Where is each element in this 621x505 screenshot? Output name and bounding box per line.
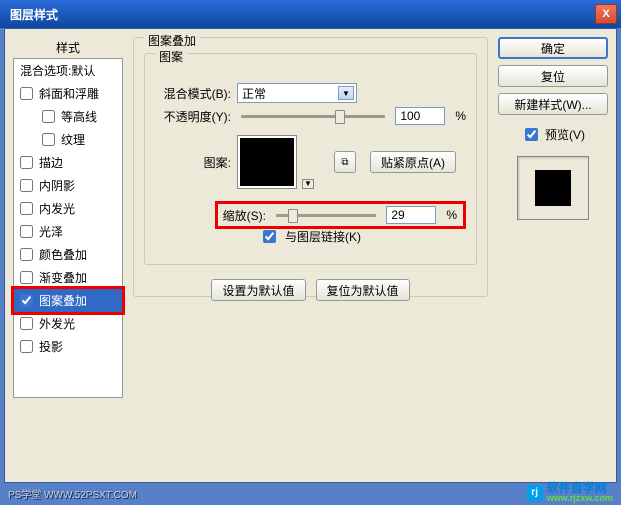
scale-row-highlighted: 缩放(S): 29 % — [215, 201, 466, 229]
style-item[interactable]: 纹理 — [14, 128, 122, 151]
style-item[interactable]: 斜面和浮雕 — [14, 82, 122, 105]
style-checkbox[interactable] — [20, 202, 33, 215]
style-checkbox[interactable] — [20, 340, 33, 353]
preview-box — [517, 156, 589, 220]
styles-header: 样式 — [13, 37, 123, 58]
style-checkbox[interactable] — [42, 110, 55, 123]
pattern-row: 图案: ▼ ⧉ 贴紧原点(A) — [155, 135, 466, 189]
opacity-row: 不透明度(Y): 100 % — [155, 107, 466, 125]
chevron-down-icon: ▼ — [338, 86, 354, 100]
reset-default-button[interactable]: 复位为默认值 — [316, 279, 410, 301]
style-item-label: 光泽 — [39, 223, 63, 240]
style-checkbox[interactable] — [20, 225, 33, 238]
blending-options[interactable]: 混合选项:默认 — [14, 59, 122, 82]
style-item-label: 斜面和浮雕 — [39, 85, 99, 102]
style-item-label: 内阴影 — [39, 177, 75, 194]
scale-input[interactable]: 29 — [386, 206, 436, 224]
style-item[interactable]: 内阴影 — [14, 174, 122, 197]
blend-mode-row: 混合模式(B): 正常 ▼ — [155, 83, 466, 103]
window-title: 图层样式 — [10, 6, 58, 23]
link-with-layer-checkbox[interactable] — [263, 230, 276, 243]
scale-thumb[interactable] — [288, 209, 298, 223]
style-item[interactable]: 外发光 — [14, 312, 122, 335]
style-item-label: 投影 — [39, 338, 63, 355]
style-item[interactable]: 图案叠加 — [14, 289, 122, 312]
pattern-label: 图案: — [155, 154, 231, 171]
style-item[interactable]: 光泽 — [14, 220, 122, 243]
outer-fieldset: 图案叠加 图案 混合模式(B): 正常 ▼ 不透明度(Y): 100 — [133, 37, 488, 297]
make-default-button[interactable]: 设置为默认值 — [211, 279, 305, 301]
blend-mode-label: 混合模式(B): — [155, 85, 231, 102]
style-item-label: 外发光 — [39, 315, 75, 332]
style-checkbox[interactable] — [20, 179, 33, 192]
preview-checkbox[interactable] — [525, 128, 538, 141]
scale-label: 缩放(S): — [220, 207, 266, 224]
style-item[interactable]: 投影 — [14, 335, 122, 358]
inner-fieldset: 图案 混合模式(B): 正常 ▼ 不透明度(Y): 100 % — [144, 53, 477, 265]
style-item-label: 渐变叠加 — [39, 269, 87, 286]
watermark-right: rj 软件自学网 www.rjzxw.com — [527, 482, 613, 503]
style-item[interactable]: 颜色叠加 — [14, 243, 122, 266]
style-checkbox[interactable] — [20, 156, 33, 169]
styles-panel: 样式 混合选项:默认 斜面和浮雕等高线纹理描边内阴影内发光光泽颜色叠加渐变叠加图… — [13, 37, 123, 474]
style-item-label: 内发光 — [39, 200, 75, 217]
pattern-dropdown-icon[interactable]: ▼ — [302, 179, 314, 189]
preview-swatch — [535, 170, 571, 206]
default-buttons-row: 设置为默认值 复位为默认值 — [144, 279, 477, 301]
opacity-thumb[interactable] — [335, 110, 345, 124]
scale-slider[interactable] — [276, 214, 376, 217]
style-checkbox[interactable] — [20, 317, 33, 330]
style-item-label: 纹理 — [61, 131, 85, 148]
action-buttons: 确定 复位 新建样式(W)... 预览(V) — [498, 37, 608, 474]
style-item[interactable]: 等高线 — [14, 105, 122, 128]
styles-list: 混合选项:默认 斜面和浮雕等高线纹理描边内阴影内发光光泽颜色叠加渐变叠加图案叠加… — [13, 58, 123, 398]
opacity-slider[interactable] — [241, 115, 385, 118]
link-row: 与图层链接(K) — [259, 227, 466, 246]
preview-checkbox-row: 预览(V) — [498, 125, 608, 144]
watermark-left: PS学堂 WWW.52PSXT.COM — [8, 486, 137, 501]
new-style-button[interactable]: 新建样式(W)... — [498, 93, 608, 115]
pattern-overlay-panel: 图案叠加 图案 混合模式(B): 正常 ▼ 不透明度(Y): 100 — [133, 37, 488, 474]
style-checkbox[interactable] — [20, 294, 33, 307]
ok-button[interactable]: 确定 — [498, 37, 608, 59]
cancel-button[interactable]: 复位 — [498, 65, 608, 87]
pattern-swatch[interactable] — [237, 135, 297, 189]
snap-origin-button[interactable]: 贴紧原点(A) — [370, 151, 456, 173]
style-checkbox[interactable] — [20, 271, 33, 284]
style-checkbox[interactable] — [42, 133, 55, 146]
snap-to-origin-icon[interactable]: ⧉ — [334, 151, 356, 173]
style-item[interactable]: 描边 — [14, 151, 122, 174]
logo-icon: rj — [527, 485, 543, 501]
style-checkbox[interactable] — [20, 87, 33, 100]
highlighted-style: 图案叠加 — [11, 286, 125, 315]
dialog-body: 样式 混合选项:默认 斜面和浮雕等高线纹理描边内阴影内发光光泽颜色叠加渐变叠加图… — [4, 28, 617, 483]
opacity-label: 不透明度(Y): — [155, 108, 231, 125]
titlebar: 图层样式 X — [0, 0, 621, 28]
style-item[interactable]: 内发光 — [14, 197, 122, 220]
opacity-input[interactable]: 100 — [395, 107, 445, 125]
blend-mode-select[interactable]: 正常 ▼ — [237, 83, 357, 103]
style-item-label: 图案叠加 — [39, 292, 87, 309]
style-item-label: 颜色叠加 — [39, 246, 87, 263]
style-item-label: 等高线 — [61, 108, 97, 125]
style-item-label: 描边 — [39, 154, 63, 171]
style-checkbox[interactable] — [20, 248, 33, 261]
close-button[interactable]: X — [595, 4, 617, 24]
